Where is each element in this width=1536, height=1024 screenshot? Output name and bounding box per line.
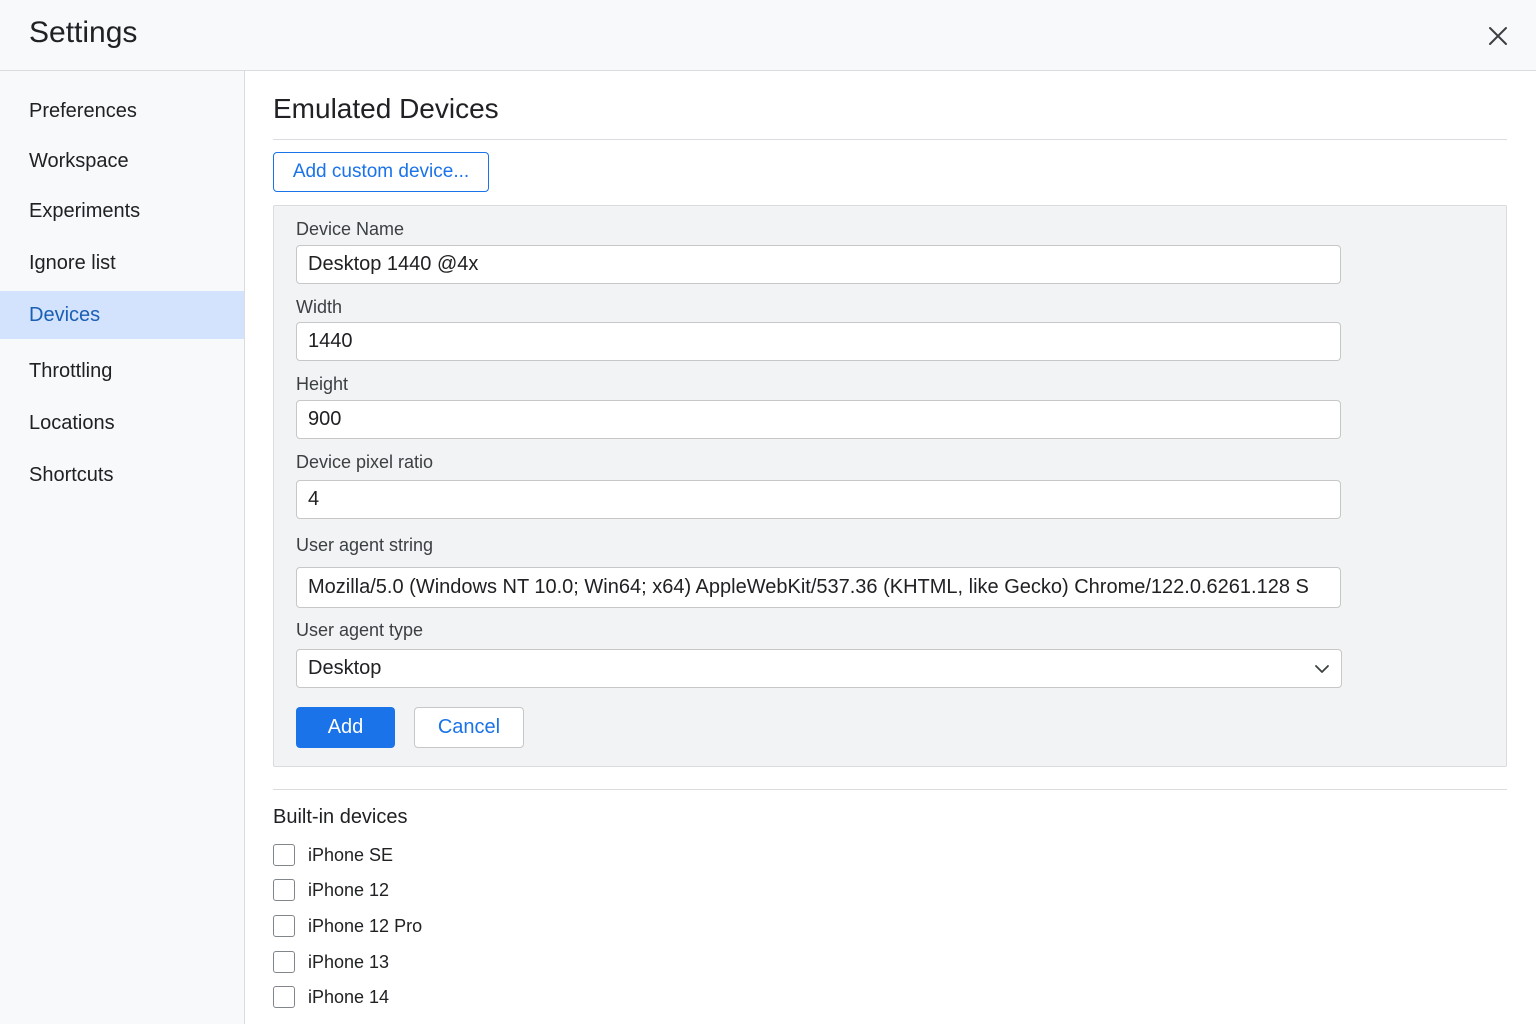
sidebar-item-workspace[interactable]: Workspace: [0, 137, 244, 185]
sidebar-item-devices[interactable]: Devices: [0, 291, 244, 339]
sidebar-item-experiments[interactable]: Experiments: [0, 187, 244, 235]
sidebar-item-label: Devices: [29, 303, 101, 326]
list-item[interactable]: iPhone 14: [273, 985, 389, 1009]
device-name-input[interactable]: Desktop 1440 @4x: [296, 245, 1341, 284]
sidebar-item-label: Preferences: [29, 99, 137, 122]
built-in-devices-title: Built-in devices: [273, 806, 408, 828]
sidebar-item-label: Throttling: [29, 359, 113, 382]
device-checkbox[interactable]: [273, 951, 295, 973]
device-checkbox[interactable]: [273, 879, 295, 901]
list-item[interactable]: iPhone SE: [273, 843, 393, 867]
sidebar-item-preferences[interactable]: Preferences: [0, 87, 244, 135]
user-agent-string-label: User agent string: [296, 535, 434, 555]
add-button[interactable]: Add: [296, 707, 395, 748]
cancel-button[interactable]: Cancel: [414, 707, 524, 748]
device-pixel-ratio-label: Device pixel ratio: [296, 452, 434, 472]
user-agent-type-label: User agent type: [296, 620, 424, 640]
device-label: iPhone 14: [308, 986, 390, 1007]
device-label: iPhone 13: [308, 951, 390, 972]
divider: [273, 789, 1507, 790]
sidebar-item-ignore-list[interactable]: Ignore list: [0, 239, 244, 287]
user-agent-string-input[interactable]: Mozilla/5.0 (Windows NT 10.0; Win64; x64…: [296, 567, 1341, 608]
device-label: iPhone 12 Pro: [308, 915, 423, 936]
settings-header: Settings: [0, 0, 1536, 71]
height-label: Height: [296, 374, 349, 394]
add-custom-device-button[interactable]: Add custom device...: [273, 152, 489, 192]
device-label: iPhone SE: [308, 844, 394, 865]
divider: [273, 139, 1507, 140]
section-title: Emulated Devices: [273, 93, 499, 124]
list-item[interactable]: iPhone 12: [273, 878, 389, 902]
device-name-label: Device Name: [296, 219, 405, 239]
width-label: Width: [296, 297, 343, 317]
close-icon: [1489, 27, 1507, 45]
device-label: iPhone 12: [308, 879, 390, 900]
sidebar-item-label: Workspace: [29, 149, 129, 172]
user-agent-type-select[interactable]: Desktop: [296, 649, 1342, 688]
sidebar-item-label: Shortcuts: [29, 463, 114, 486]
chevron-down-icon: [1315, 665, 1329, 673]
close-button[interactable]: [1482, 20, 1514, 52]
device-checkbox[interactable]: [273, 986, 295, 1008]
list-item[interactable]: iPhone 13: [273, 950, 389, 974]
list-item[interactable]: iPhone 12 Pro: [273, 914, 422, 938]
device-checkbox[interactable]: [273, 915, 295, 937]
sidebar-item-throttling[interactable]: Throttling: [0, 347, 244, 395]
custom-device-form: Device Name Desktop 1440 @4x Width 1440 …: [273, 205, 1507, 767]
device-checkbox[interactable]: [273, 844, 295, 866]
sidebar-item-label: Experiments: [29, 199, 141, 222]
sidebar-item-label: Ignore list: [29, 251, 116, 274]
device-pixel-ratio-input[interactable]: 4: [296, 480, 1341, 519]
page-title: Settings: [29, 16, 138, 49]
main-content: Emulated Devices Add custom device... De…: [245, 71, 1536, 1024]
sidebar-item-shortcuts[interactable]: Shortcuts: [0, 451, 244, 499]
sidebar: Preferences Workspace Experiments Ignore…: [0, 71, 245, 1024]
width-input[interactable]: 1440: [296, 322, 1341, 361]
height-input[interactable]: 900: [296, 400, 1341, 439]
sidebar-item-label: Locations: [29, 411, 115, 434]
user-agent-type-value: Desktop: [308, 657, 382, 679]
sidebar-item-locations[interactable]: Locations: [0, 399, 244, 447]
